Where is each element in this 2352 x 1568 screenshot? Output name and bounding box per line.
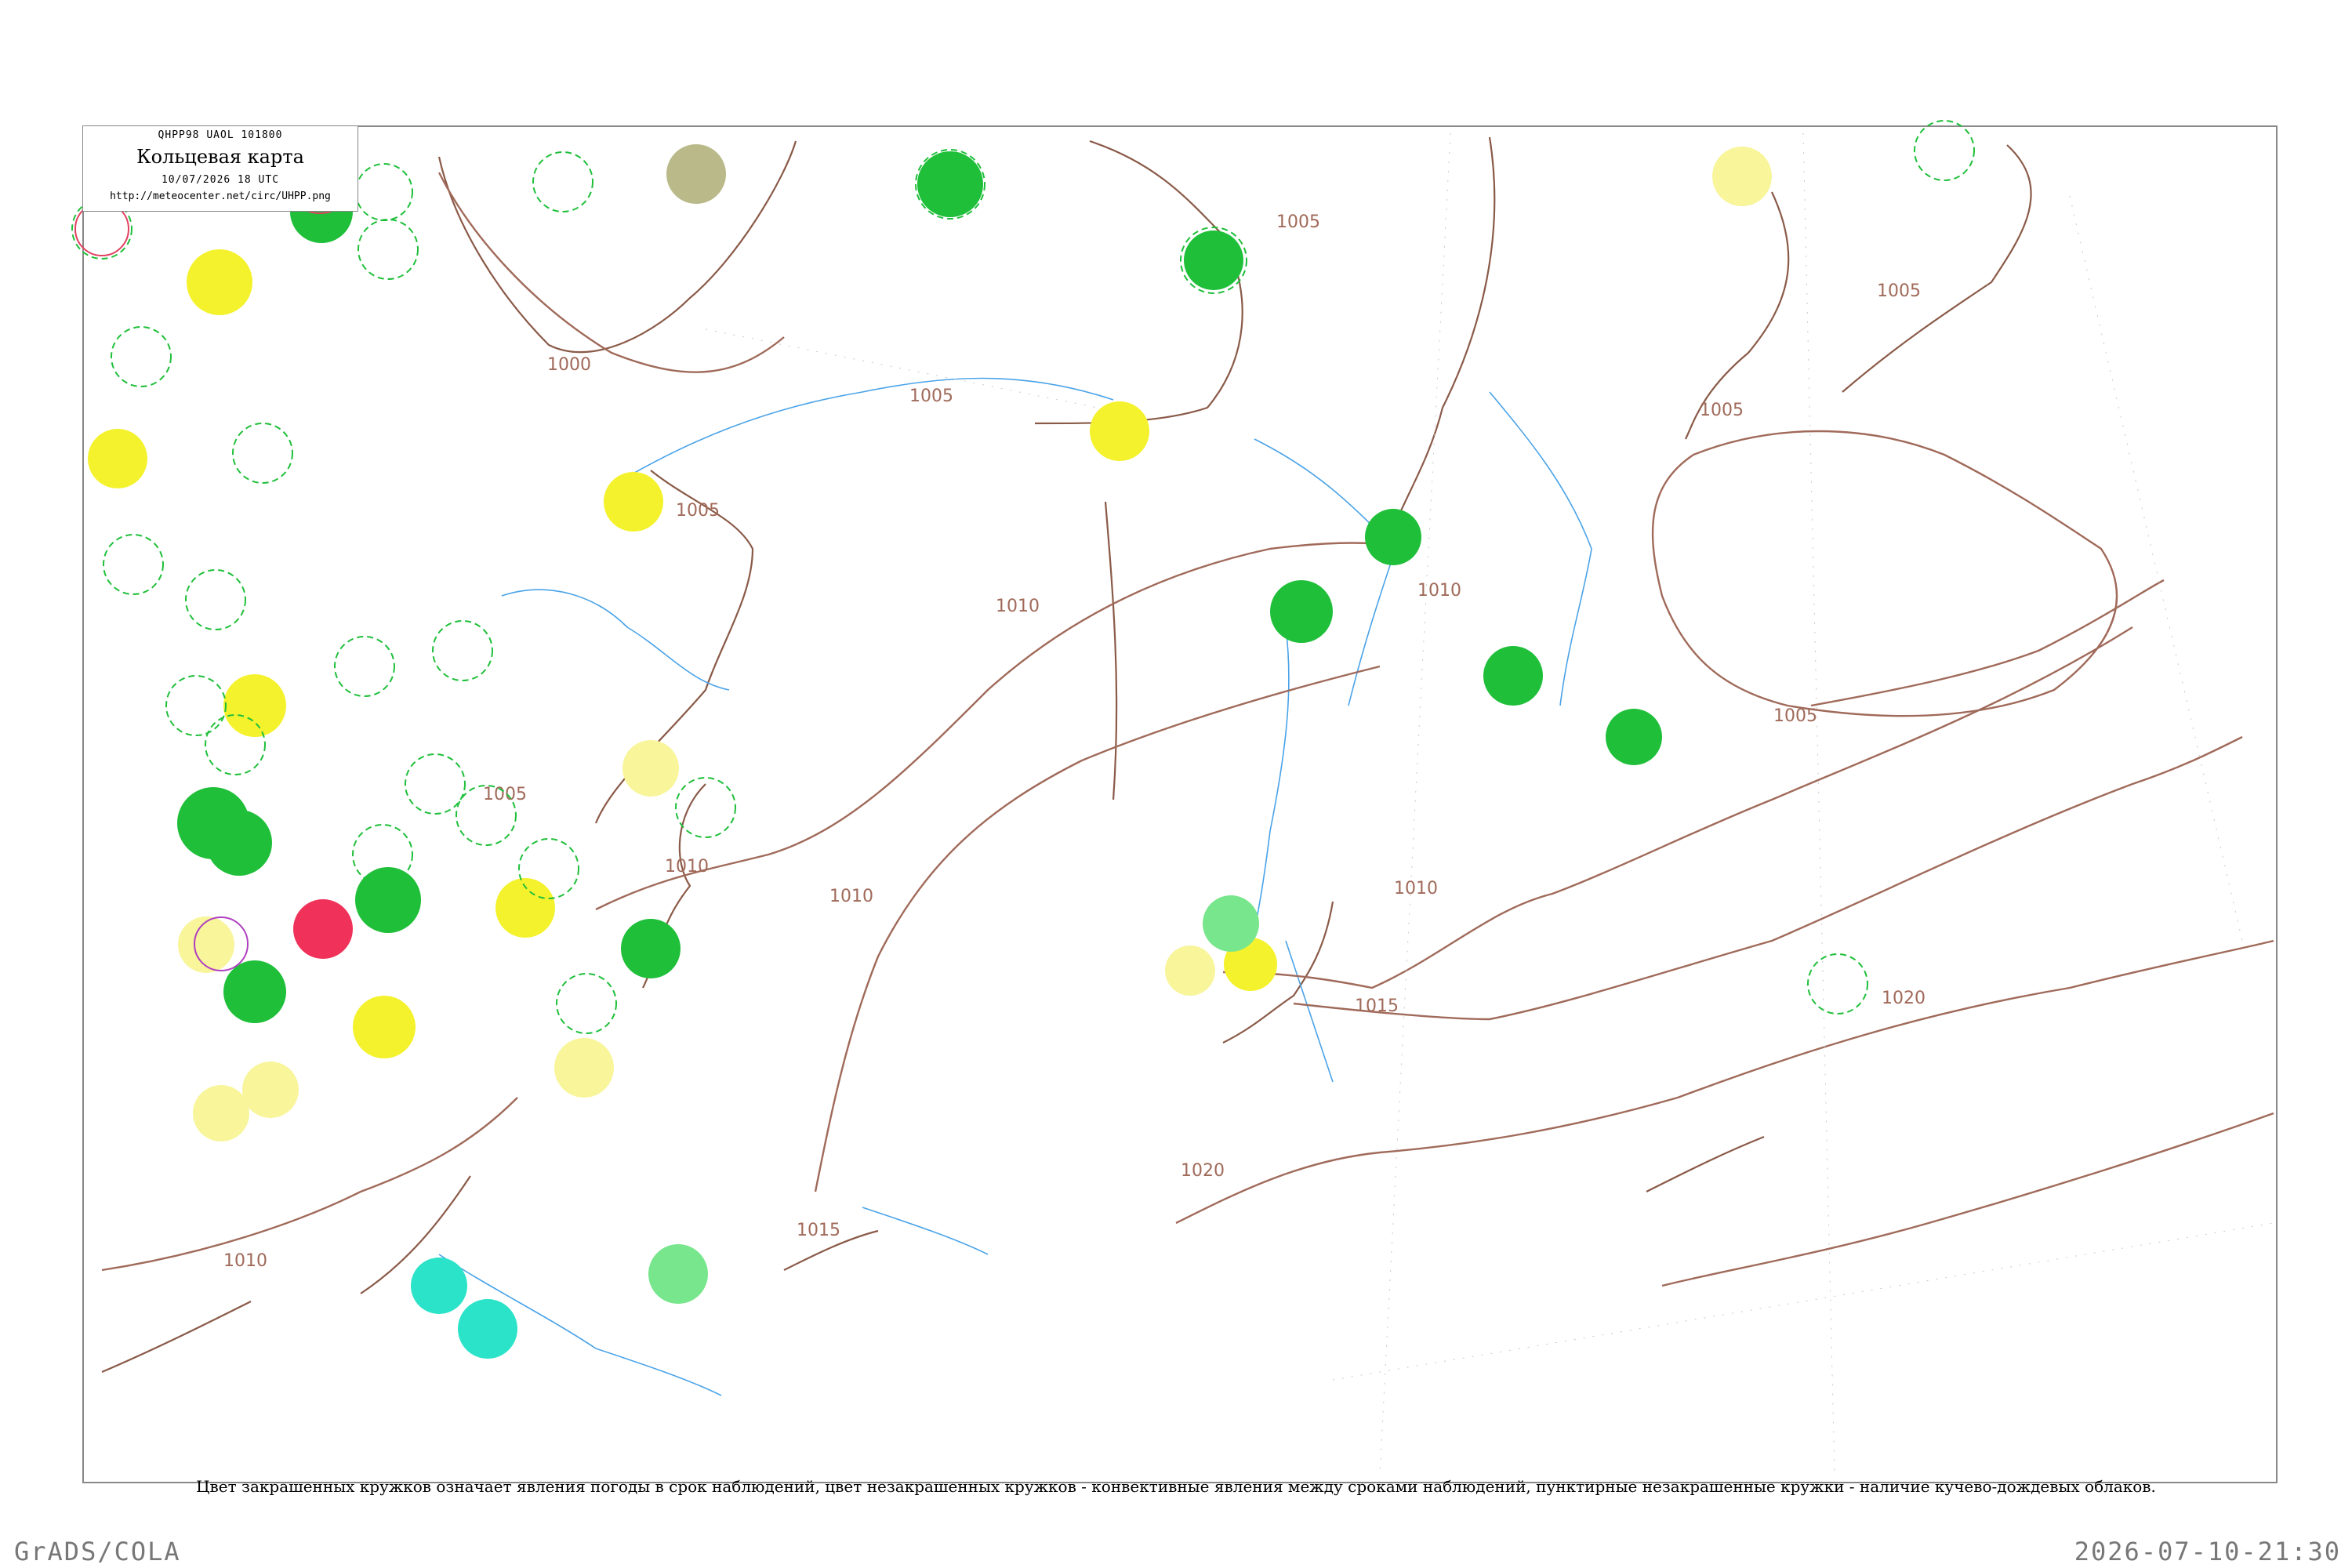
isobar-label: 1020 <box>1882 989 1926 1008</box>
isobar-label: 1005 <box>1276 212 1320 232</box>
isobars <box>101 172 2274 1287</box>
station-circles-filled <box>88 144 1772 1359</box>
station-marker <box>666 144 726 204</box>
station-marker <box>88 429 147 488</box>
isobar-label: 1005 <box>483 785 527 804</box>
isobar-label: 1010 <box>1394 879 1438 898</box>
station-marker <box>648 1244 708 1304</box>
station-marker <box>1365 509 1421 565</box>
station-marker <box>604 472 663 532</box>
footer-credit: GrADS/COLA <box>14 1537 181 1566</box>
station-marker <box>1090 401 1149 461</box>
station-marker <box>554 1038 614 1098</box>
isobar-label: 1010 <box>665 857 709 877</box>
station-marker <box>917 151 983 217</box>
isobar-label: 1005 <box>1773 706 1817 726</box>
graticule <box>705 132 2274 1475</box>
isobar-label: 1010 <box>1417 581 1461 601</box>
isobar-label: 1000 <box>547 355 591 375</box>
isobar-label: 1010 <box>829 887 873 906</box>
map-title-box: QHPP98 UAOL 101800 Кольцевая карта 10/07… <box>82 125 358 212</box>
station-marker <box>1203 895 1259 952</box>
isobar-label: 1005 <box>1877 281 1921 301</box>
station-marker <box>1270 580 1333 643</box>
isobar-label: 1015 <box>797 1221 840 1240</box>
station-marker <box>293 899 353 959</box>
station-marker <box>193 1085 249 1142</box>
map-url: http://meteocenter.net/circ/UHPP.png <box>110 191 331 202</box>
station-marker <box>223 674 286 737</box>
coastline <box>101 136 2032 1374</box>
map-date: 10/07/2026 18 UTC <box>161 174 280 186</box>
station-marker <box>1483 646 1543 706</box>
footer-timestamp: 2026-07-10-21:30 <box>2074 1537 2341 1566</box>
map-code: QHPP98 UAOL 101800 <box>158 129 283 141</box>
station-marker <box>1606 709 1662 765</box>
isobar-label: 1005 <box>909 387 953 406</box>
isobar-label: 1005 <box>676 501 720 521</box>
station-marker <box>1184 230 1243 290</box>
map-title: Кольцевая карта <box>136 146 304 168</box>
isobar-label: 1015 <box>1355 996 1399 1016</box>
isobar-label: 1010 <box>996 597 1040 616</box>
isobar-label: 1010 <box>223 1251 267 1271</box>
weather-map: 1000 1005 1005 1005 1005 1005 1005 1005 … <box>71 120 2278 1483</box>
station-marker <box>206 810 272 876</box>
isobar-label: 1020 <box>1181 1161 1225 1181</box>
station-marker <box>458 1299 517 1359</box>
station-marker <box>621 919 681 978</box>
station-marker <box>187 249 252 315</box>
map-caption: Цвет закрашенных кружков означает явлени… <box>196 1477 2156 1496</box>
station-marker <box>355 867 421 933</box>
station-marker <box>353 996 416 1058</box>
isobar-label: 1005 <box>1700 401 1744 420</box>
station-marker <box>242 1062 299 1118</box>
station-marker <box>1712 147 1772 206</box>
station-marker <box>178 916 234 973</box>
isobar-labels: 1000 1005 1005 1005 1005 1005 1005 1005 … <box>223 158 1926 1271</box>
station-marker <box>223 960 286 1023</box>
station-marker <box>1165 946 1215 996</box>
station-marker <box>411 1258 467 1314</box>
station-marker <box>622 740 679 797</box>
